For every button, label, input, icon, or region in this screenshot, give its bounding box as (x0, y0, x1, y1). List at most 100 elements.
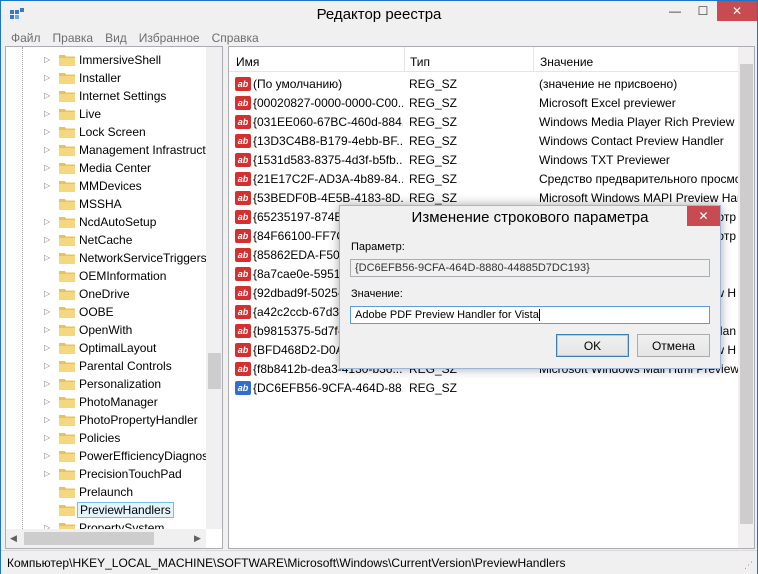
tree-vertical-scrollbar[interactable] (206, 47, 222, 529)
tree-item-label[interactable]: NcdAutoSetup (77, 214, 158, 230)
tree-item[interactable]: ▷ NetCache (6, 231, 206, 249)
expand-arrow-icon[interactable]: ▷ (44, 123, 54, 141)
expand-arrow-icon[interactable]: ▷ (44, 87, 54, 105)
tree-item-label[interactable]: Management Infrastruct (77, 142, 208, 158)
cancel-button[interactable]: Отмена (637, 334, 710, 357)
value-row[interactable]: ab (По умолчанию) REG_SZ (значение не присв… (229, 75, 754, 94)
expand-arrow-icon[interactable]: ▷ (44, 465, 54, 483)
tree-item[interactable]: ▷ PhotoPropertyHandler (6, 411, 206, 429)
tree-item[interactable]: OEMInformation (6, 267, 206, 285)
tree-item-label[interactable]: OEMInformation (77, 268, 168, 284)
scroll-left-arrow-icon[interactable]: ◀ (10, 533, 17, 544)
tree-item[interactable]: ▷ NcdAutoSetup (6, 213, 206, 231)
tree-item[interactable]: ▷ Live (6, 105, 206, 123)
expand-arrow-icon[interactable]: ▷ (44, 177, 54, 195)
tree-item[interactable]: ▷ OOBE (6, 303, 206, 321)
tree-item-label[interactable]: MMDevices (77, 178, 144, 194)
tree-item-label[interactable]: OpenWith (77, 322, 134, 338)
tree-item-label[interactable]: Personalization (77, 376, 163, 392)
tree-item[interactable]: ▷ Management Infrastruct (6, 141, 206, 159)
value-row[interactable]: ab {1531d583-8375-4d3f-b5fb... REG_SZ Windo… (229, 151, 754, 170)
values-vertical-scroll-thumb[interactable] (740, 64, 753, 524)
tree-item-label[interactable]: ImmersiveShell (77, 52, 163, 68)
tree-item-label[interactable]: OneDrive (77, 286, 132, 302)
close-button[interactable]: ✕ (717, 1, 757, 21)
tree-item-label[interactable]: Live (77, 106, 103, 122)
tree-item-label[interactable]: MSSHA (77, 196, 124, 212)
dialog-close-button[interactable]: ✕ (687, 206, 720, 226)
tree-item[interactable]: ▷ OpenWith (6, 321, 206, 339)
expand-arrow-icon[interactable]: ▷ (44, 411, 54, 429)
tree-item[interactable]: ▷ MMDevices (6, 177, 206, 195)
menu-file[interactable]: Файл (5, 29, 47, 47)
value-row[interactable]: ab {031EE060-67BC-460d-884... REG_SZ Window… (229, 113, 754, 132)
tree-item-label[interactable]: Media Center (77, 160, 153, 176)
tree-item[interactable]: ▷ PrecisionTouchPad (6, 465, 206, 483)
tree-item-label[interactable]: Installer (77, 70, 123, 86)
expand-arrow-icon[interactable]: ▷ (44, 141, 54, 159)
tree-item[interactable]: ▷ Media Center (6, 159, 206, 177)
column-separator[interactable] (404, 47, 405, 72)
tree-horizontal-scroll-thumb[interactable] (24, 532, 154, 545)
value-row[interactable]: ab {00020827-0000-0000-C00... REG_SZ Micros… (229, 94, 754, 113)
tree-item[interactable]: ▷ OptimalLayout (6, 339, 206, 357)
tree-item-label[interactable]: PowerEfficiencyDiagnos (77, 448, 210, 464)
tree-vertical-scroll-thumb[interactable] (208, 353, 221, 389)
value-row[interactable]: ab {21E17C2F-AD3A-4b89-84... REG_SZ Средств… (229, 170, 754, 189)
expand-arrow-icon[interactable]: ▷ (44, 159, 54, 177)
tree-item-label[interactable]: PrecisionTouchPad (77, 466, 184, 482)
expand-arrow-icon[interactable]: ▷ (44, 213, 54, 231)
expand-arrow-icon[interactable]: ▷ (44, 321, 54, 339)
maximize-button[interactable]: ☐ (690, 1, 716, 21)
tree-item-label[interactable]: PhotoPropertyHandler (77, 412, 200, 428)
tree-item[interactable]: ▷ NetworkServiceTriggers (6, 249, 209, 267)
expand-arrow-icon[interactable]: ▷ (44, 51, 54, 69)
tree-item-label[interactable]: NetworkServiceTriggers (77, 250, 209, 266)
expand-arrow-icon[interactable]: ▷ (44, 429, 54, 447)
tree-item[interactable]: ▷ PowerEfficiencyDiagnos (6, 447, 208, 465)
expand-arrow-icon[interactable]: ▷ (44, 339, 54, 357)
expand-arrow-icon[interactable]: ▷ (44, 69, 54, 87)
menu-help[interactable]: Справка (206, 29, 265, 47)
tree-item[interactable]: ▷ Parental Controls (6, 357, 206, 375)
value-data-field[interactable]: Adobe PDF Preview Handler for Vista (350, 306, 710, 324)
tree-item-label[interactable]: Internet Settings (77, 88, 168, 104)
menu-favorites[interactable]: Избранное (133, 29, 206, 47)
tree-item[interactable]: ▷ ImmersiveShell (6, 51, 206, 69)
column-header-value[interactable]: Значение (540, 55, 593, 69)
expand-arrow-icon[interactable]: ▷ (44, 447, 54, 465)
column-header-type[interactable]: Тип (410, 55, 430, 69)
tree-item-label[interactable]: Parental Controls (77, 358, 174, 374)
expand-arrow-icon[interactable]: ▷ (44, 375, 54, 393)
column-separator[interactable] (533, 47, 534, 72)
tree-item[interactable]: ▷ Internet Settings (6, 87, 206, 105)
title-bar[interactable]: Редактор реестра — ☐ ✕ (1, 1, 757, 29)
tree-item[interactable]: ▷ Personalization (6, 375, 206, 393)
resize-grip-icon[interactable]: ⋰ (744, 560, 753, 571)
scroll-right-arrow-icon[interactable]: ▶ (194, 533, 201, 544)
expand-arrow-icon[interactable]: ▷ (44, 249, 54, 267)
values-vertical-scrollbar[interactable] (738, 47, 754, 548)
expand-arrow-icon[interactable]: ▷ (44, 105, 54, 123)
tree-horizontal-scrollbar[interactable]: ◀ ▶ (6, 529, 206, 548)
tree-item-label[interactable]: Policies (77, 430, 122, 446)
expand-arrow-icon[interactable]: ▷ (44, 285, 54, 303)
minimize-button[interactable]: — (661, 1, 689, 21)
tree-item[interactable]: ▷ Lock Screen (6, 123, 206, 141)
tree-item-label[interactable]: PreviewHandlers (77, 502, 174, 518)
column-header-name[interactable]: Имя (236, 55, 259, 69)
tree-item-label[interactable]: PhotoManager (77, 394, 160, 410)
param-name-field[interactable]: {DC6EFB56-9CFA-464D-8880-44885D7DC193} (350, 259, 710, 277)
tree-item-label[interactable]: OOBE (77, 304, 116, 320)
tree-item[interactable]: ▷ Policies (6, 429, 206, 447)
value-row[interactable]: ab {13D3C4B8-B179-4ebb-BF... REG_SZ Windows… (229, 132, 754, 151)
expand-arrow-icon[interactable]: ▷ (44, 357, 54, 375)
expand-arrow-icon[interactable]: ▷ (44, 303, 54, 321)
ok-button[interactable]: OK (556, 334, 629, 357)
tree-item-label[interactable]: NetCache (77, 232, 134, 248)
value-row[interactable]: ab {DC6EFB56-9CFA-464D-88... REG_SZ (229, 379, 754, 398)
tree-item[interactable]: ▷ PhotoManager (6, 393, 206, 411)
tree-item[interactable]: Prelaunch (6, 483, 206, 501)
tree-item[interactable]: PreviewHandlers (6, 501, 206, 519)
menu-view[interactable]: Вид (99, 29, 133, 47)
